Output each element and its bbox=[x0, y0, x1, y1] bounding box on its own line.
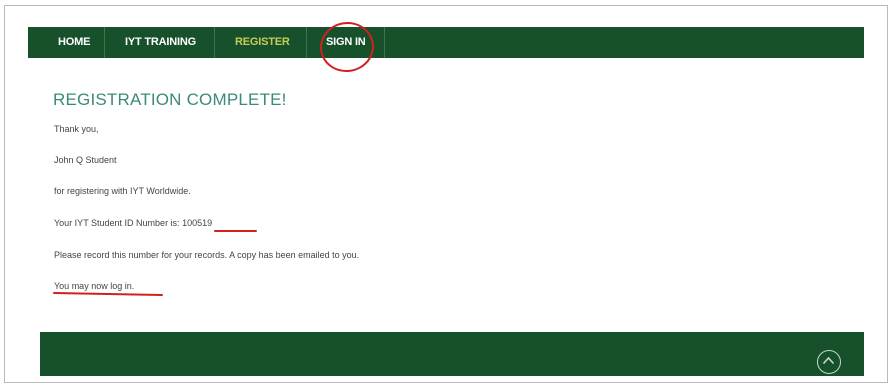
nav-separator bbox=[104, 27, 105, 58]
student-id-label: Your IYT Student ID Number is: bbox=[54, 218, 180, 228]
page-title: REGISTRATION COMPLETE! bbox=[53, 90, 287, 109]
nav-iyt-training[interactable]: IYT TRAINING bbox=[125, 27, 196, 58]
student-id-line: Your IYT Student ID Number is: 100519 bbox=[54, 218, 212, 228]
student-name: John Q Student bbox=[54, 155, 117, 165]
annotation-underline bbox=[214, 230, 257, 232]
main-navbar: HOME IYT TRAINING REGISTER SIGN IN bbox=[28, 27, 864, 58]
student-id-value: 100519 bbox=[182, 218, 213, 228]
scroll-top-button[interactable] bbox=[817, 350, 841, 374]
nav-separator bbox=[214, 27, 215, 58]
nav-home[interactable]: HOME bbox=[58, 27, 90, 58]
nav-separator bbox=[384, 27, 385, 58]
registration-text: for registering with IYT Worldwide. bbox=[54, 186, 191, 196]
page-footer bbox=[40, 332, 864, 376]
chevron-up-icon bbox=[822, 356, 835, 365]
thank-you-text: Thank you, bbox=[54, 124, 99, 134]
nav-register[interactable]: REGISTER bbox=[235, 27, 290, 58]
login-link[interactable]: You may now log in. bbox=[54, 281, 134, 291]
record-notice: Please record this number for your recor… bbox=[54, 250, 360, 260]
nav-separator bbox=[306, 27, 307, 58]
nav-sign-in[interactable]: SIGN IN bbox=[326, 27, 366, 58]
